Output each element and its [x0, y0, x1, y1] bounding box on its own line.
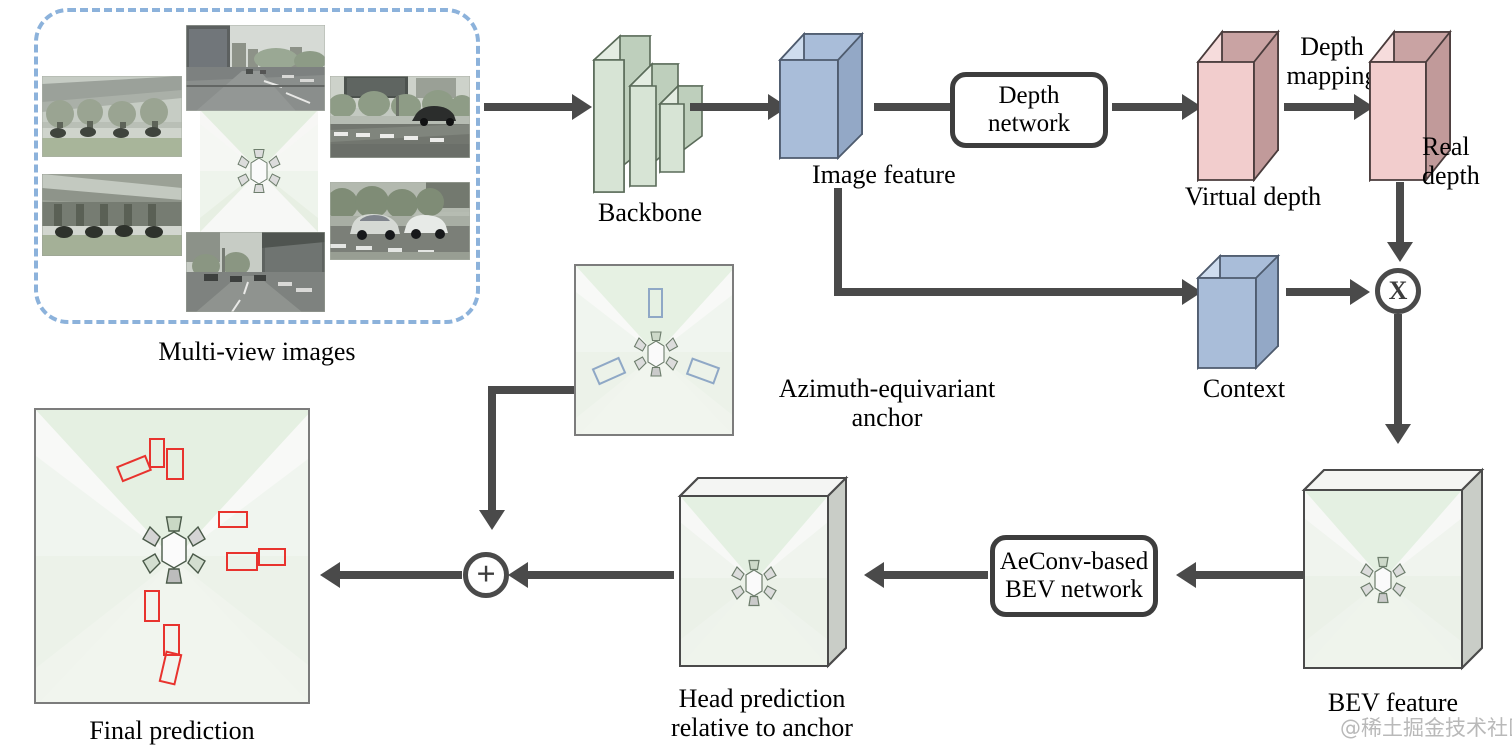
prediction-box [166, 448, 184, 480]
arrow-down-icon [1387, 242, 1413, 262]
connector-multiply-to-bevfeature [1394, 314, 1402, 426]
real-depth-label: Real depth [1422, 132, 1480, 191]
connector-anchor-horizontal [488, 386, 574, 394]
connector-imagefeature-to-depthnetwork [874, 103, 952, 111]
prediction-box [226, 552, 258, 571]
ego-vehicle-camera-rosette-icon [630, 328, 682, 380]
azimuth-anchor-map [574, 264, 734, 436]
arrow-left-icon [320, 562, 340, 588]
connector-imagefeature-branch-horizontal [834, 288, 1184, 296]
connector-imagefeature-branch-vertical [834, 188, 842, 295]
azimuth-anchor-label: Azimuth-equivariant anchor [778, 374, 996, 433]
ego-vehicle-camera-rosette-icon [233, 145, 285, 197]
depth-network-node[interactable]: Depth network [950, 72, 1108, 148]
prediction-box [144, 590, 160, 622]
context-block [1195, 250, 1282, 374]
multi-view-bev-minimap [200, 110, 318, 232]
anchor-box [648, 288, 663, 318]
connector-headprediction-to-add [528, 571, 674, 579]
image-feature-block [777, 28, 865, 161]
context-label: Context [1202, 374, 1286, 403]
arrow-left-icon [1176, 562, 1196, 588]
bev-feature-block [1300, 462, 1486, 678]
head-prediction-block [676, 470, 850, 676]
connector-anchor-vertical [488, 386, 496, 512]
arrow-left-icon [864, 562, 884, 588]
arrow-left-icon [508, 562, 528, 588]
watermark-text: @稀土掘金技术社区 [1340, 716, 1512, 740]
multi-view-images-label: Multi-view images [158, 337, 356, 366]
prediction-box [149, 438, 165, 468]
camera-view-back-right [330, 182, 470, 260]
prediction-box [218, 511, 248, 528]
image-feature-label: Image feature [812, 160, 956, 189]
camera-view-front [186, 25, 325, 111]
final-prediction-map [34, 408, 310, 704]
head-prediction-label: Head prediction relative to anchor [671, 684, 853, 743]
camera-view-back-left [42, 174, 182, 256]
final-prediction-label: Final prediction [89, 716, 255, 745]
camera-view-front-left [42, 76, 182, 157]
arrow-right-icon [572, 94, 592, 120]
plus-circle-icon: + [463, 552, 509, 598]
prediction-box [258, 548, 286, 566]
connector-add-to-finalprediction [340, 571, 462, 579]
connector-aeconv-to-headprediction [884, 571, 988, 579]
connector-realdepth-to-multiply [1396, 182, 1404, 244]
virtual-depth-label: Virtual depth [1184, 182, 1322, 211]
connector-virtualdepth-to-realdepth [1284, 103, 1356, 111]
connector-depthnetwork-to-virtualdepth [1112, 103, 1184, 111]
connector-context-to-multiply [1286, 288, 1352, 296]
arrow-down-icon [1385, 424, 1411, 444]
arrow-down-icon [479, 510, 505, 530]
arrow-right-icon [1350, 279, 1370, 305]
connector-backbone-to-imagefeature [690, 103, 770, 111]
connector-bevfeature-to-aeconv [1196, 571, 1304, 579]
aeconv-bev-network-node[interactable]: AeConv-based BEV network [990, 535, 1158, 617]
backbone-label: Backbone [598, 198, 702, 227]
multiply-circle-icon: X [1375, 268, 1421, 314]
virtual-depth-block [1196, 26, 1282, 183]
connector-multiview-to-backbone [484, 103, 574, 111]
camera-view-front-right [330, 76, 470, 158]
diagram-canvas: Multi-view images Backbone Image feature… [0, 0, 1512, 750]
ego-vehicle-camera-rosette-icon [136, 512, 212, 588]
camera-view-back [186, 232, 325, 312]
